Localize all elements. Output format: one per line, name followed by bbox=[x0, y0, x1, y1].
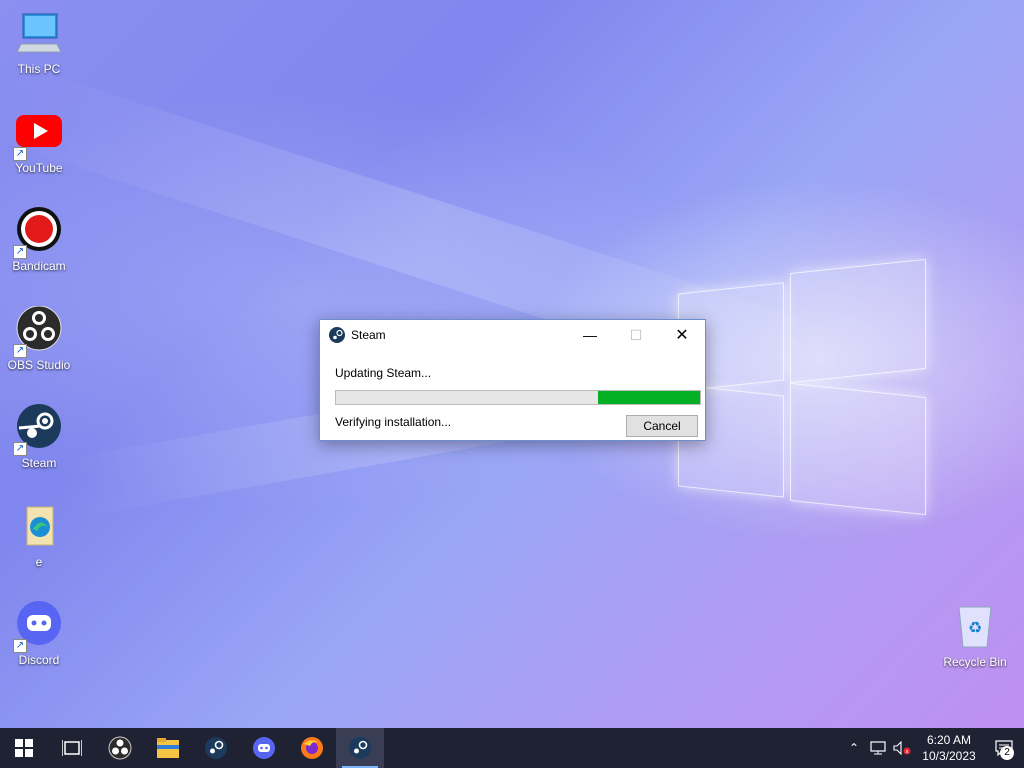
close-icon: ✕ bbox=[675, 327, 689, 344]
desktop-icon-label: This PC bbox=[17, 62, 61, 76]
svg-text:x: x bbox=[906, 749, 909, 755]
shortcut-arrow-icon: ↗ bbox=[13, 245, 27, 259]
taskbar-steam-active[interactable] bbox=[336, 728, 384, 768]
volume-button[interactable]: x bbox=[890, 728, 914, 768]
dialog-titlebar[interactable]: Steam — ☐ ✕ bbox=[320, 320, 705, 350]
update-status-text: Updating Steam... bbox=[335, 366, 432, 380]
shortcut-arrow-icon: ↗ bbox=[13, 344, 27, 358]
discord-icon: ↗ bbox=[13, 601, 63, 653]
task-view-button[interactable] bbox=[48, 728, 96, 768]
network-icon bbox=[870, 741, 886, 755]
taskbar-steam[interactable] bbox=[192, 728, 240, 768]
steam-icon bbox=[205, 737, 227, 759]
clock[interactable]: 6:20 AM 10/3/2023 bbox=[914, 732, 984, 764]
network-button[interactable] bbox=[866, 728, 890, 768]
taskbar-discord[interactable] bbox=[240, 728, 288, 768]
taskbar-obs-studio[interactable] bbox=[96, 728, 144, 768]
cancel-button[interactable]: Cancel bbox=[626, 415, 698, 437]
desktop-icon-label: OBS Studio bbox=[7, 358, 71, 372]
recycle-bin-icon: ♻ bbox=[951, 603, 999, 651]
desktop-icon-label: Bandicam bbox=[12, 259, 66, 273]
desktop-icon-youtube[interactable]: ↗ YouTube bbox=[3, 109, 75, 175]
desktop-icon-label: Discord bbox=[18, 653, 60, 667]
notification-center-button[interactable]: 2 bbox=[984, 728, 1024, 768]
volume-muted-icon: x bbox=[893, 741, 911, 755]
minimize-button[interactable]: — bbox=[567, 320, 613, 350]
close-button[interactable]: ✕ bbox=[659, 320, 705, 350]
steam-icon bbox=[349, 737, 371, 759]
desktop-icon-obs-studio[interactable]: ↗ OBS Studio bbox=[3, 305, 75, 372]
taskbar: ⌃ x 6:20 AM 10/3/2023 2 bbox=[0, 728, 1024, 768]
chevron-up-icon: ⌃ bbox=[848, 741, 860, 755]
shortcut-arrow-icon: ↗ bbox=[13, 639, 27, 653]
update-progress-bar bbox=[335, 390, 701, 405]
start-icon bbox=[15, 739, 33, 757]
system-tray: ⌃ x 6:20 AM 10/3/2023 2 bbox=[842, 728, 1024, 768]
clock-time: 6:20 AM bbox=[926, 733, 972, 747]
desktop-icon-this-pc[interactable]: This PC bbox=[3, 10, 75, 76]
desktop-icon-label: Steam bbox=[21, 456, 57, 470]
desktop-icon-bandicam[interactable]: ↗ Bandicam bbox=[3, 207, 75, 273]
task-view-icon bbox=[62, 740, 82, 756]
windows-logo-wallpaper bbox=[678, 258, 928, 516]
taskbar-file-explorer[interactable] bbox=[144, 728, 192, 768]
steam-icon: ↗ bbox=[13, 404, 63, 456]
clock-date: 10/3/2023 bbox=[922, 749, 976, 763]
desktop-icon-steam[interactable]: ↗ Steam bbox=[3, 404, 75, 470]
bandicam-icon: ↗ bbox=[13, 207, 63, 259]
shortcut-arrow-icon: ↗ bbox=[13, 147, 27, 161]
desktop-icon-e[interactable]: e bbox=[3, 503, 75, 569]
desktop-icon-discord[interactable]: ↗ Discord bbox=[3, 601, 75, 667]
desktop-icon-label: YouTube bbox=[15, 161, 63, 175]
shortcut-arrow-icon: ↗ bbox=[13, 442, 27, 456]
show-hidden-icons-button[interactable]: ⌃ bbox=[842, 728, 866, 768]
obs-icon bbox=[108, 736, 132, 760]
dialog-title: Steam bbox=[351, 328, 386, 342]
youtube-icon: ↗ bbox=[13, 109, 63, 161]
taskbar-firefox[interactable] bbox=[288, 728, 336, 768]
computer-icon bbox=[15, 10, 63, 58]
maximize-button: ☐ bbox=[613, 320, 659, 350]
file-explorer-icon bbox=[157, 738, 179, 758]
obs-icon: ↗ bbox=[13, 305, 63, 358]
steam-update-dialog: Steam — ☐ ✕ Updating Steam... Verifying … bbox=[319, 319, 706, 441]
edge-file-icon bbox=[15, 503, 63, 551]
maximize-icon: ☐ bbox=[629, 326, 643, 343]
minimize-icon: — bbox=[583, 327, 597, 343]
discord-icon bbox=[253, 737, 275, 759]
steam-icon bbox=[329, 327, 345, 343]
notification-count-badge: 2 bbox=[1000, 746, 1014, 760]
update-substatus-text: Verifying installation... bbox=[335, 415, 452, 429]
svg-text:♻: ♻ bbox=[968, 618, 982, 637]
desktop-icon-recycle-bin[interactable]: ♻ Recycle Bin bbox=[939, 603, 1011, 669]
desktop-icon-label: Recycle Bin bbox=[943, 655, 1007, 669]
firefox-icon bbox=[301, 737, 323, 759]
progress-fill bbox=[598, 391, 700, 404]
desktop-icon-label: e bbox=[35, 555, 43, 569]
start-button[interactable] bbox=[0, 728, 48, 768]
